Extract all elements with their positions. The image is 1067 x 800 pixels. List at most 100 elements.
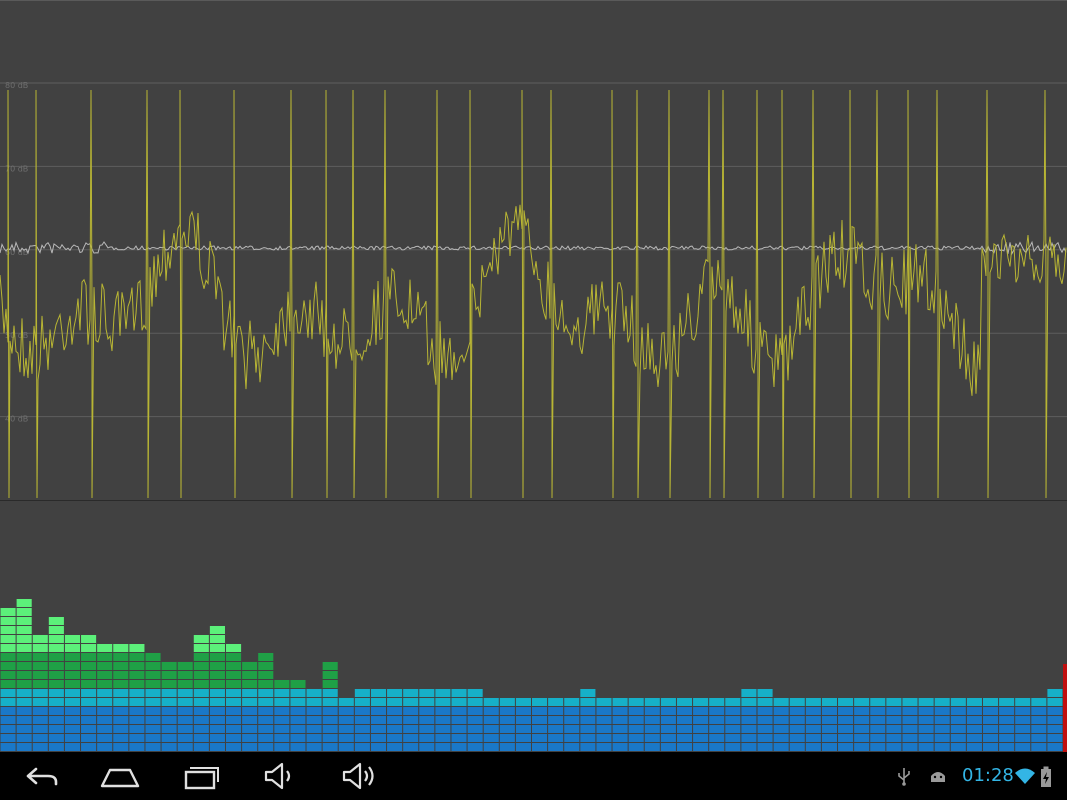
spectrum-segment	[660, 707, 676, 715]
spectrum-segment	[757, 689, 773, 697]
volume-up-button[interactable]	[336, 758, 384, 794]
spectrum-segment	[97, 680, 113, 688]
spectrum-segment	[258, 725, 274, 733]
spectrum-segment	[113, 671, 129, 679]
spectrum-segment	[773, 725, 789, 733]
spectrum-segment	[306, 707, 322, 715]
spectrum-segment	[32, 653, 48, 661]
spectrum-segment	[982, 743, 999, 751]
db-gridlines	[0, 82, 1067, 418]
spectrum-segment	[870, 707, 886, 715]
spectrum-segment	[660, 743, 676, 751]
spectrum-segment	[483, 743, 499, 751]
spectrum-segment	[48, 734, 64, 742]
spectrum-panel[interactable]	[0, 501, 1067, 752]
spectrum-segment	[419, 716, 435, 724]
spectrum-segment	[789, 698, 805, 706]
spectrum-segment	[435, 689, 451, 697]
usb-icon	[898, 768, 910, 786]
spectrum-segment	[596, 707, 612, 715]
spectrum-segment	[193, 680, 209, 688]
spectrum-segment	[838, 698, 854, 706]
spectrum-segment	[145, 698, 161, 706]
volume-up-icon	[342, 762, 374, 790]
spectrum-segment	[902, 725, 918, 733]
spectrum-segment	[499, 743, 515, 751]
back-button[interactable]	[16, 758, 64, 794]
spectrum-segment	[580, 689, 596, 697]
spectrum-segment	[0, 671, 16, 679]
spectrum-segment	[403, 689, 419, 697]
spectrum-segment	[225, 662, 242, 670]
spectrum-segment	[821, 698, 838, 706]
spectrum-segment	[161, 734, 177, 742]
spectrum-segment	[48, 617, 64, 625]
spectrum-segment	[145, 734, 161, 742]
spectrum-segment	[48, 644, 64, 652]
spectrum-segment	[773, 743, 789, 751]
spectrum-segment	[676, 725, 693, 733]
spectrum-segment	[290, 725, 306, 733]
spectrum-segment	[918, 707, 934, 715]
spectrum-segment	[145, 662, 161, 670]
spectrum-segment	[274, 716, 290, 724]
spectrum-segment	[258, 689, 274, 697]
spectrum-segment	[322, 716, 338, 724]
spectrum-segment	[161, 698, 177, 706]
spectrum-segment	[242, 680, 258, 688]
spectrum-segment	[322, 662, 338, 670]
spectrum-segment	[145, 689, 161, 697]
spectrum-segment	[709, 734, 725, 742]
spectrum-segment	[145, 707, 161, 715]
spectrum-segment	[1015, 698, 1031, 706]
home-button[interactable]	[96, 758, 144, 794]
spectrum-segment	[97, 734, 113, 742]
spectrum-segment	[48, 743, 64, 751]
spectrum-segment	[934, 716, 950, 724]
spectrum-segment	[403, 743, 419, 751]
spectrum-segment	[515, 734, 531, 742]
spectrum-segment	[113, 662, 129, 670]
spectrum-segment	[48, 680, 64, 688]
spectrum-segment	[725, 725, 741, 733]
spectrum-segment	[274, 698, 290, 706]
spectrum-segment	[0, 725, 16, 733]
spectrum-segment	[548, 725, 564, 733]
spectrum-segment	[515, 716, 531, 724]
spectrum-segment	[1047, 743, 1063, 751]
spectrum-segment	[48, 653, 64, 661]
spectrum-segment	[274, 707, 290, 715]
recent-apps-button[interactable]	[178, 758, 226, 794]
spectrum-segment	[64, 680, 81, 688]
spectrum-segment	[145, 743, 161, 751]
spectrum-segment	[145, 725, 161, 733]
spectrum-segment	[676, 716, 693, 724]
spectrum-segment	[741, 689, 757, 697]
spectrum-segment	[48, 671, 64, 679]
spectrum-segment	[193, 725, 209, 733]
spectrum-segment	[854, 743, 870, 751]
spectrum-segment	[32, 680, 48, 688]
spectrum-segment	[81, 635, 97, 643]
spectrum-segment	[499, 698, 515, 706]
spectrum-segment	[338, 707, 354, 715]
spectrum-segment	[64, 716, 81, 724]
spectrum-segment	[16, 716, 32, 724]
spectrum-segment	[370, 725, 387, 733]
spectrum-segment	[0, 698, 16, 706]
spectrum-segment	[258, 680, 274, 688]
spectrum-segment	[64, 635, 81, 643]
spectrum-segment	[515, 707, 531, 715]
spectrum-segment	[129, 743, 145, 751]
spectrum-segment	[48, 662, 64, 670]
spectrum-segment	[548, 743, 564, 751]
spectrum-segment	[515, 743, 531, 751]
spectrum-segment	[725, 716, 741, 724]
waveform-panel[interactable]: 80 dB70 dB60 dB50 dB40 dB30 dB	[0, 70, 1067, 501]
volume-down-button[interactable]	[256, 758, 304, 794]
spectrum-segment	[209, 635, 225, 643]
spectrum-segment	[32, 644, 48, 652]
spectrum-segment	[789, 734, 805, 742]
spectrum-segment	[483, 707, 499, 715]
spectrum-segment	[225, 680, 242, 688]
